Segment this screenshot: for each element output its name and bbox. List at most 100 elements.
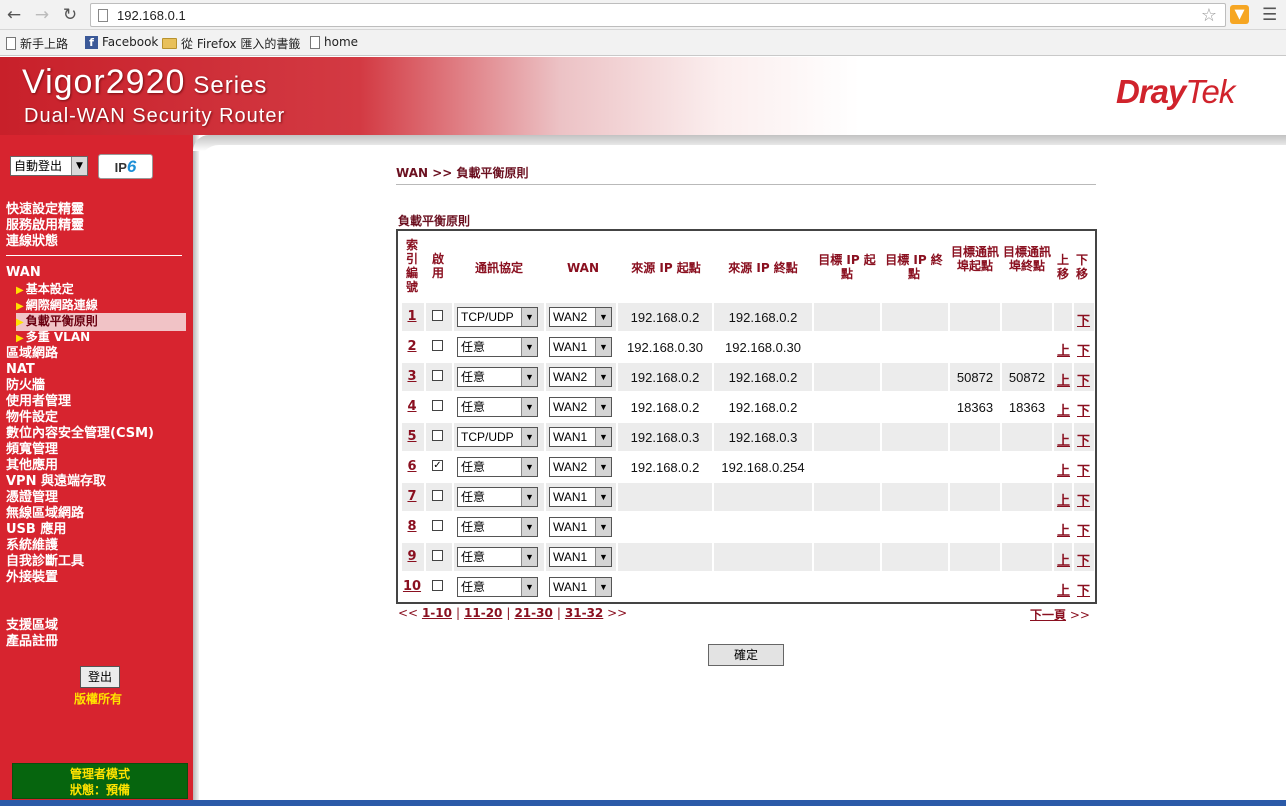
copyright-link[interactable]: 版權所有 bbox=[74, 690, 122, 707]
next-page-link[interactable]: 下一頁 bbox=[1030, 608, 1066, 622]
sidebar-item[interactable]: 其他應用 bbox=[6, 458, 58, 474]
rule-index-link[interactable]: 3 bbox=[402, 369, 422, 384]
enable-checkbox[interactable] bbox=[432, 400, 443, 411]
address-bar[interactable]: 192.168.0.1 ☆ bbox=[90, 3, 1226, 27]
move-up-link[interactable]: 上 bbox=[1057, 580, 1070, 599]
enable-checkbox[interactable] bbox=[432, 520, 443, 531]
back-icon[interactable]: ← bbox=[4, 5, 24, 25]
pager-link[interactable]: 31-32 bbox=[565, 606, 603, 620]
sidebar-item-support[interactable]: 支援區域 bbox=[6, 618, 58, 634]
move-up-link[interactable]: 上 bbox=[1057, 460, 1070, 479]
protocol-select[interactable]: 任意 ▼ bbox=[457, 577, 538, 597]
move-down-link[interactable]: 下 bbox=[1077, 460, 1090, 479]
bookmark-star-icon[interactable]: ☆ bbox=[1201, 5, 1217, 26]
bookmark-folder[interactable]: 從 Firefox 匯入的書籤 bbox=[162, 35, 300, 52]
move-down-link[interactable]: 下 bbox=[1077, 340, 1090, 359]
move-down-link[interactable]: 下 bbox=[1077, 370, 1090, 389]
sidebar-item[interactable]: USB 應用 bbox=[6, 522, 66, 538]
move-down-link[interactable]: 下 bbox=[1077, 580, 1090, 599]
sidebar-item[interactable]: 防火牆 bbox=[6, 378, 45, 394]
enable-checkbox-checked[interactable]: ✓ bbox=[432, 460, 443, 471]
move-up-link[interactable]: 上 bbox=[1057, 490, 1070, 509]
move-down-link[interactable]: 下 bbox=[1077, 400, 1090, 419]
sidebar-item-quick-setup[interactable]: 快速設定精靈 bbox=[6, 202, 84, 218]
move-down-link[interactable]: 下 bbox=[1077, 310, 1090, 329]
pager-link[interactable]: 11-20 bbox=[464, 606, 502, 620]
protocol-select[interactable]: 任意 ▼ bbox=[457, 337, 538, 357]
enable-checkbox[interactable] bbox=[432, 310, 443, 321]
wan-select[interactable]: WAN1 ▼ bbox=[549, 487, 612, 507]
protocol-select[interactable]: 任意 ▼ bbox=[457, 397, 538, 417]
move-down-link[interactable]: 下 bbox=[1077, 490, 1090, 509]
sidebar-item-service-wizard[interactable]: 服務啟用精靈 bbox=[6, 218, 84, 234]
sidebar-item[interactable]: 系統維護 bbox=[6, 538, 58, 554]
wan-select[interactable]: WAN2 ▼ bbox=[549, 457, 612, 477]
sidebar-item[interactable]: 無線區域網路 bbox=[6, 506, 84, 522]
sidebar-subitem-multi-vlan[interactable]: ▶ 多重 VLAN bbox=[16, 329, 90, 347]
protocol-select[interactable]: 任意 ▼ bbox=[457, 547, 538, 567]
move-up-link[interactable]: 上 bbox=[1057, 430, 1070, 449]
wan-select[interactable]: WAN2 ▼ bbox=[549, 397, 612, 417]
enable-checkbox[interactable] bbox=[432, 370, 443, 381]
url-text[interactable]: 192.168.0.1 bbox=[117, 8, 186, 23]
protocol-select[interactable]: 任意 ▼ bbox=[457, 457, 538, 477]
rule-index-link[interactable]: 4 bbox=[402, 399, 422, 414]
move-up-link[interactable]: 上 bbox=[1057, 340, 1070, 359]
move-down-link[interactable]: 下 bbox=[1077, 430, 1090, 449]
extension-icon[interactable]: ▼ bbox=[1230, 5, 1249, 24]
enable-checkbox[interactable] bbox=[432, 430, 443, 441]
protocol-select[interactable]: TCP/UDP ▼ bbox=[457, 307, 538, 327]
rule-index-link[interactable]: 10 bbox=[402, 579, 422, 594]
enable-checkbox[interactable] bbox=[432, 580, 443, 591]
enable-checkbox[interactable] bbox=[432, 340, 443, 351]
bookmark-item[interactable]: 新手上路 bbox=[6, 35, 68, 52]
sidebar-item[interactable]: 頻寬管理 bbox=[6, 442, 58, 458]
sidebar-item[interactable]: 物件設定 bbox=[6, 410, 58, 426]
sidebar-item-wan[interactable]: WAN bbox=[6, 265, 41, 281]
move-up-link[interactable]: 上 bbox=[1057, 400, 1070, 419]
wan-select[interactable]: WAN1 ▼ bbox=[549, 517, 612, 537]
rule-index-link[interactable]: 6 bbox=[402, 459, 422, 474]
rule-index-link[interactable]: 2 bbox=[402, 339, 422, 354]
enable-checkbox[interactable] bbox=[432, 550, 443, 561]
sidebar-item[interactable]: 憑證管理 bbox=[6, 490, 58, 506]
rule-index-link[interactable]: 5 bbox=[402, 429, 422, 444]
sidebar-item-register[interactable]: 產品註冊 bbox=[6, 634, 58, 650]
move-up-link[interactable]: 上 bbox=[1057, 520, 1070, 539]
ok-button[interactable]: 確定 bbox=[708, 644, 784, 666]
ipv6-button[interactable]: IP6 bbox=[98, 154, 153, 179]
protocol-select[interactable]: 任意 ▼ bbox=[457, 517, 538, 537]
rule-index-link[interactable]: 7 bbox=[402, 489, 422, 504]
sidebar-item[interactable]: 使用者管理 bbox=[6, 394, 71, 410]
sidebar-item[interactable]: VPN 與遠端存取 bbox=[6, 474, 106, 490]
sidebar-item[interactable]: 外接裝置 bbox=[6, 570, 58, 586]
auto-logout-select[interactable]: 自動登出 ▼ bbox=[10, 156, 88, 176]
sidebar-item[interactable]: 區域網路 bbox=[6, 346, 58, 362]
sidebar-item[interactable]: 自我診斷工具 bbox=[6, 554, 84, 570]
wan-select[interactable]: WAN1 ▼ bbox=[549, 577, 612, 597]
pager-link[interactable]: 1-10 bbox=[422, 606, 452, 620]
logout-button[interactable]: 登出 bbox=[80, 666, 120, 688]
wan-select[interactable]: WAN1 ▼ bbox=[549, 547, 612, 567]
protocol-select[interactable]: 任意 ▼ bbox=[457, 487, 538, 507]
sidebar-item[interactable]: NAT bbox=[6, 362, 35, 378]
wan-select[interactable]: WAN1 ▼ bbox=[549, 337, 612, 357]
pager-link[interactable]: 21-30 bbox=[514, 606, 552, 620]
move-down-link[interactable]: 下 bbox=[1077, 520, 1090, 539]
bookmark-item[interactable]: home bbox=[310, 35, 358, 49]
bookmark-item[interactable]: f Facebook bbox=[85, 35, 158, 49]
move-up-link[interactable]: 上 bbox=[1057, 370, 1070, 389]
sidebar-item-online-status[interactable]: 連線狀態 bbox=[6, 234, 58, 250]
browser-menu-icon[interactable]: ☰ bbox=[1262, 5, 1277, 25]
move-down-link[interactable]: 下 bbox=[1077, 550, 1090, 569]
wan-select[interactable]: WAN2 ▼ bbox=[549, 367, 612, 387]
move-up-link[interactable]: 上 bbox=[1057, 550, 1070, 569]
wan-select[interactable]: WAN2 ▼ bbox=[549, 307, 612, 327]
rule-index-link[interactable]: 1 bbox=[402, 309, 422, 324]
rule-index-link[interactable]: 9 bbox=[402, 549, 422, 564]
wan-select[interactable]: WAN1 ▼ bbox=[549, 427, 612, 447]
reload-icon[interactable]: ↻ bbox=[60, 5, 80, 25]
rule-index-link[interactable]: 8 bbox=[402, 519, 422, 534]
protocol-select[interactable]: 任意 ▼ bbox=[457, 367, 538, 387]
sidebar-item[interactable]: 數位內容安全管理(CSM) bbox=[6, 426, 154, 442]
